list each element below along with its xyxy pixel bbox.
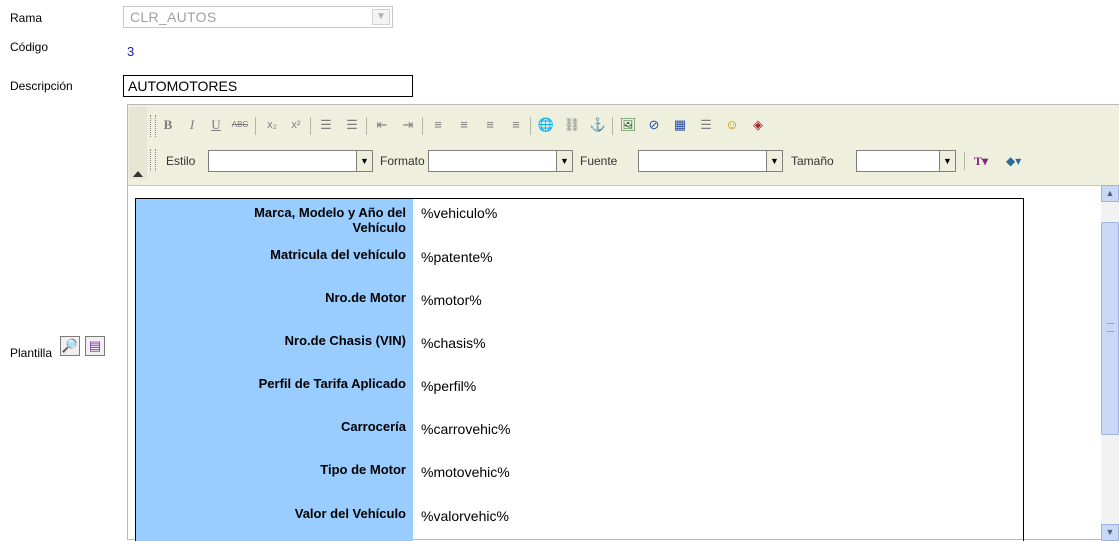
rich-text-editor: B I U ABC x₂ x² ☰ ☰ ⇤ ⇥ ≡ ≡ ≡ ≡ 🌐 ⛓ ⚓ 🖼 … <box>127 104 1119 541</box>
row-label: Nro.de Chasis (VIN) <box>136 333 413 353</box>
superscript-button[interactable]: x² <box>286 115 306 135</box>
smiley-button[interactable]: ☺ <box>722 115 742 135</box>
scroll-down-button[interactable]: ▼ <box>1101 524 1119 541</box>
magnifier-icon: 🔎 <box>61 338 79 353</box>
table-row: Matricula del vehículo %patente% <box>136 247 1023 295</box>
row-label: Carrocería <box>136 419 413 439</box>
table-row: Nro.de Chasis (VIN) %chasis% <box>136 333 1023 381</box>
scroll-thumb[interactable] <box>1101 222 1119 435</box>
scroll-up-button[interactable]: ▲ <box>1101 185 1119 202</box>
row-value: %motor% <box>421 292 482 308</box>
estilo-select[interactable]: ▼ <box>208 150 373 172</box>
unordered-list-button[interactable]: ☰ <box>342 115 362 135</box>
chevron-down-icon[interactable]: ▼ <box>372 9 390 25</box>
insert-table-button[interactable]: ▦ <box>670 115 690 135</box>
estilo-label: Estilo <box>166 154 196 168</box>
row-label: Matricula del vehículo <box>136 247 413 267</box>
document-edit-icon: ▤ <box>88 338 102 353</box>
rama-label: Rama <box>10 11 43 25</box>
table-row: Carrocería %carrovehic% <box>136 419 1023 467</box>
rama-select[interactable]: CLR_AUTOS ▼ <box>123 6 393 28</box>
row-label: Nro.de Motor <box>136 290 413 310</box>
row-value: %valorvehic% <box>421 508 509 524</box>
text-color-icon: T <box>974 154 983 168</box>
justify-button[interactable]: ≡ <box>506 115 526 135</box>
tamano-label: Tamaño <box>791 154 834 168</box>
horizontal-rule-button[interactable]: ☰ <box>696 115 716 135</box>
toolbar-row-styles: Estilo ▼ Formato ▼ Fuente ▼ Tamaño ▼ T▾ … <box>158 149 1118 173</box>
editor-content[interactable]: Marca, Modelo y Año del Vehículo %vehicu… <box>128 185 1119 541</box>
chevron-down-icon[interactable]: ▼ <box>556 151 572 171</box>
chevron-down-icon[interactable]: ▼ <box>939 151 955 171</box>
chevron-down-icon[interactable]: ▼ <box>766 151 782 171</box>
descripcion-input[interactable] <box>123 75 413 97</box>
row-label: Perfil de Tarifa Aplicado <box>136 376 413 396</box>
formato-select[interactable]: ▼ <box>428 150 573 172</box>
codigo-label: Código <box>10 40 49 54</box>
fuente-label: Fuente <box>580 154 618 168</box>
special-char-button[interactable]: ◈ <box>748 115 768 135</box>
text-color-button[interactable]: T▾ <box>974 150 988 172</box>
indent-button[interactable]: ⇥ <box>398 115 418 135</box>
descripcion-label: Descripción <box>10 79 73 93</box>
codigo-value: 3 <box>127 44 135 59</box>
rama-select-value: CLR_AUTOS <box>130 9 217 25</box>
toolbar-separator <box>964 152 965 170</box>
insert-image-button[interactable]: 🖼 <box>618 115 638 135</box>
insert-link-button[interactable]: 🌐 <box>536 115 556 135</box>
thumb-grip-icon <box>1107 323 1114 332</box>
row-label: Tipo de Motor <box>136 462 413 482</box>
strikethrough-button[interactable]: ABC <box>230 115 250 135</box>
fuente-select[interactable]: ▼ <box>638 150 783 172</box>
row-value: %patente% <box>421 249 493 265</box>
subscript-button[interactable]: x₂ <box>262 115 282 135</box>
align-left-button[interactable]: ≡ <box>428 115 448 135</box>
ordered-list-button[interactable]: ☰ <box>316 115 336 135</box>
italic-button[interactable]: I <box>182 115 202 135</box>
paint-bucket-icon: ◆ <box>1006 154 1016 168</box>
plantilla-label: Plantilla <box>10 346 53 360</box>
table-row: Perfil de Tarifa Aplicado %perfil% <box>136 376 1023 424</box>
toolbar-separator <box>255 117 256 135</box>
toolbar-collapse-button[interactable] <box>129 107 147 179</box>
toolbar-separator <box>530 117 531 135</box>
table-row: Marca, Modelo y Año del Vehículo %vehicu… <box>136 205 1023 253</box>
row-value: %chasis% <box>421 335 486 351</box>
toolbar-separator <box>366 117 367 135</box>
outdent-button[interactable]: ⇤ <box>372 115 392 135</box>
chevron-down-icon[interactable]: ▼ <box>356 151 372 171</box>
row-label: Marca, Modelo y Año del Vehículo <box>136 205 413 245</box>
toolbar-separator <box>310 117 311 135</box>
toolbar-separator <box>422 117 423 135</box>
row-label: Valor del Vehículo <box>136 506 413 526</box>
row-value: %vehiculo% <box>421 205 498 221</box>
row-value: %motovehic% <box>421 464 510 480</box>
editor-toolbar: B I U ABC x₂ x² ☰ ☰ ⇤ ⇥ ≡ ≡ ≡ ≡ 🌐 ⛓ ⚓ 🖼 … <box>128 105 1119 186</box>
insert-flash-button[interactable]: ⊘ <box>644 115 664 135</box>
row-value: %perfil% <box>421 378 477 394</box>
toolbar-separator <box>612 117 613 135</box>
formato-label: Formato <box>380 154 425 168</box>
align-center-button[interactable]: ≡ <box>454 115 474 135</box>
preview-button[interactable]: 🔎 <box>60 336 80 356</box>
underline-button[interactable]: U <box>206 115 226 135</box>
table-row: Tipo de Motor %motovehic% <box>136 462 1023 510</box>
remove-link-button[interactable]: ⛓ <box>562 115 582 135</box>
collapse-triangle-icon <box>133 171 143 177</box>
tamano-select[interactable]: ▼ <box>856 150 956 172</box>
bold-button[interactable]: B <box>158 115 178 135</box>
edit-template-button[interactable]: ▤ <box>85 336 105 356</box>
table-row: Nro.de Motor %motor% <box>136 290 1023 338</box>
row-value: %carrovehic% <box>421 421 511 437</box>
align-right-button[interactable]: ≡ <box>480 115 500 135</box>
anchor-button[interactable]: ⚓ <box>588 115 608 135</box>
toolbar-grip <box>150 115 156 137</box>
table-row: Valor del Vehículo %valorvehic% <box>136 506 1023 541</box>
vertical-scrollbar[interactable]: ▲ ▼ <box>1101 185 1119 541</box>
toolbar-grip <box>150 149 156 171</box>
bg-color-button[interactable]: ◆▾ <box>1006 150 1021 172</box>
